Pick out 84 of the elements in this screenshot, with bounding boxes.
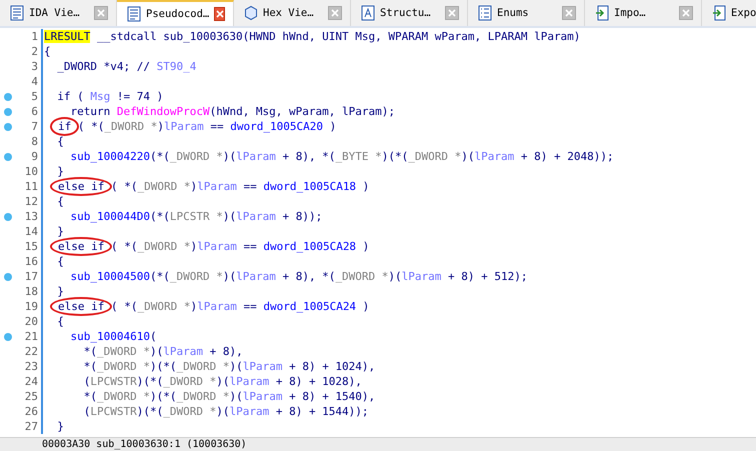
code-line: if ( *(_DWORD *)lParam == dword_1005CA20 ) — [43, 119, 336, 134]
code-line: } — [56, 419, 64, 434]
line-number: 7 — [16, 119, 43, 134]
line-number: 20 — [16, 314, 43, 329]
close-icon — [448, 9, 456, 17]
line-number: 17 — [16, 269, 43, 284]
code-line: else if ( *(_DWORD *)lParam == dword_1005CA24 ) — [43, 299, 370, 314]
code-line: { — [56, 194, 64, 209]
close-button[interactable] — [214, 7, 225, 21]
close-icon — [682, 9, 690, 17]
code-line: _DWORD *v4; // ST90_4 — [56, 59, 196, 74]
code-line: { — [56, 314, 64, 329]
line-number: 12 — [16, 194, 43, 209]
breakpoint-dot[interactable] — [4, 152, 12, 160]
code-line: sub_100044D0(*(LPCSTR *)(lParam + 8)); — [69, 209, 322, 224]
line-number: 26 — [16, 404, 43, 419]
line-number: 23 — [16, 359, 43, 374]
line-number: 18 — [16, 284, 43, 299]
line-number: 25 — [16, 389, 43, 404]
breakpoint-dot[interactable] — [4, 212, 12, 220]
arrow-document-icon — [712, 5, 726, 21]
close-button[interactable] — [445, 6, 459, 20]
code-line: } — [56, 164, 64, 179]
code-line: sub_10004610( — [69, 329, 157, 344]
line-number: 13 — [16, 209, 43, 224]
code-line: *(_DWORD *)(*(_DWORD *)(lParam + 8) + 1540), — [82, 389, 376, 404]
hexagon-icon — [244, 5, 258, 21]
line-number: 11 — [16, 179, 43, 194]
code-line: (LPCWSTR)(*(_DWORD *)(lParam + 8) + 1028), — [82, 374, 362, 389]
line-number: 6 — [16, 104, 43, 119]
code-line: sub_10004500(*(_DWORD *)(lParam + 8), *(_DWORD *)(lParam + 8) + 512); — [69, 269, 528, 284]
line-number: 19 — [16, 299, 43, 314]
breakpoint-dot[interactable] — [4, 108, 12, 116]
line-number: 10 — [16, 164, 43, 179]
line-number: 14 — [16, 224, 43, 239]
line-number: 15 — [16, 239, 43, 254]
line-number: 8 — [16, 134, 43, 149]
close-button[interactable] — [679, 6, 693, 20]
close-icon — [331, 9, 339, 17]
code-line: { — [43, 44, 51, 59]
breakpoint-dot[interactable] — [4, 272, 12, 280]
close-icon — [216, 10, 224, 18]
close-button[interactable] — [562, 6, 576, 20]
line-number: 9 — [16, 149, 43, 164]
breakpoint-dot[interactable] — [4, 92, 12, 100]
code-line: if ( Msg != 74 ) — [56, 89, 164, 104]
line-number: 4 — [16, 74, 43, 89]
line-number: 21 — [16, 329, 43, 344]
list-icon — [478, 5, 492, 21]
tab[interactable]: Impo… — [585, 0, 702, 26]
code-line: sub_10004220(*(_DWORD *)(lParam + 8), *(_BYTE *)(*(_DWORD *)(lParam + 8) + 2048)); — [69, 149, 614, 164]
code-line: else if ( *(_DWORD *)lParam == dword_1005CA18 ) — [43, 179, 370, 194]
close-button[interactable] — [94, 6, 108, 20]
document-icon — [10, 5, 24, 21]
arrow-document-icon — [595, 5, 609, 21]
line-number: 24 — [16, 374, 43, 389]
code-line: *(_DWORD *)(lParam + 8), — [82, 344, 243, 359]
code-line: *(_DWORD *)(*(_DWORD *)(lParam + 8) + 1024), — [82, 359, 376, 374]
breakpoint-dot[interactable] — [4, 122, 12, 130]
code-line: { — [56, 134, 64, 149]
tab[interactable]: Expo — [702, 0, 756, 26]
code-line: } — [56, 284, 64, 299]
line-number: 5 — [16, 89, 43, 104]
code-line: (LPCWSTR)(*(_DWORD *)(lParam + 8) + 1544)); — [82, 404, 369, 419]
close-button[interactable] — [328, 6, 342, 20]
tab[interactable]: Structu… — [351, 0, 468, 26]
close-icon — [97, 9, 105, 17]
code-line: { — [56, 254, 64, 269]
tab[interactable]: Hex Vie… — [234, 0, 351, 26]
line-number: 27 — [16, 419, 43, 434]
breakpoint-dot[interactable] — [4, 332, 12, 340]
document-icon — [127, 6, 141, 22]
status-bar: 00003A30 sub_10003630:1 (10003630) — [0, 437, 756, 451]
close-icon — [565, 9, 573, 17]
code-line: else if ( *(_DWORD *)lParam == dword_1005CA28 ) — [43, 239, 370, 254]
code-line: return DefWindowProcW(hWnd, Msg, wParam, lParam); — [69, 104, 396, 119]
tab[interactable]: Pseudocod… — [117, 0, 234, 26]
line-number: 3 — [16, 59, 43, 74]
line-number: 16 — [16, 254, 43, 269]
tab[interactable]: IDA Vie… — [0, 0, 117, 26]
code-line: } — [56, 224, 64, 239]
line-number: 2 — [16, 44, 43, 59]
line-number: 22 — [16, 344, 43, 359]
tab[interactable]: Enums — [468, 0, 585, 26]
